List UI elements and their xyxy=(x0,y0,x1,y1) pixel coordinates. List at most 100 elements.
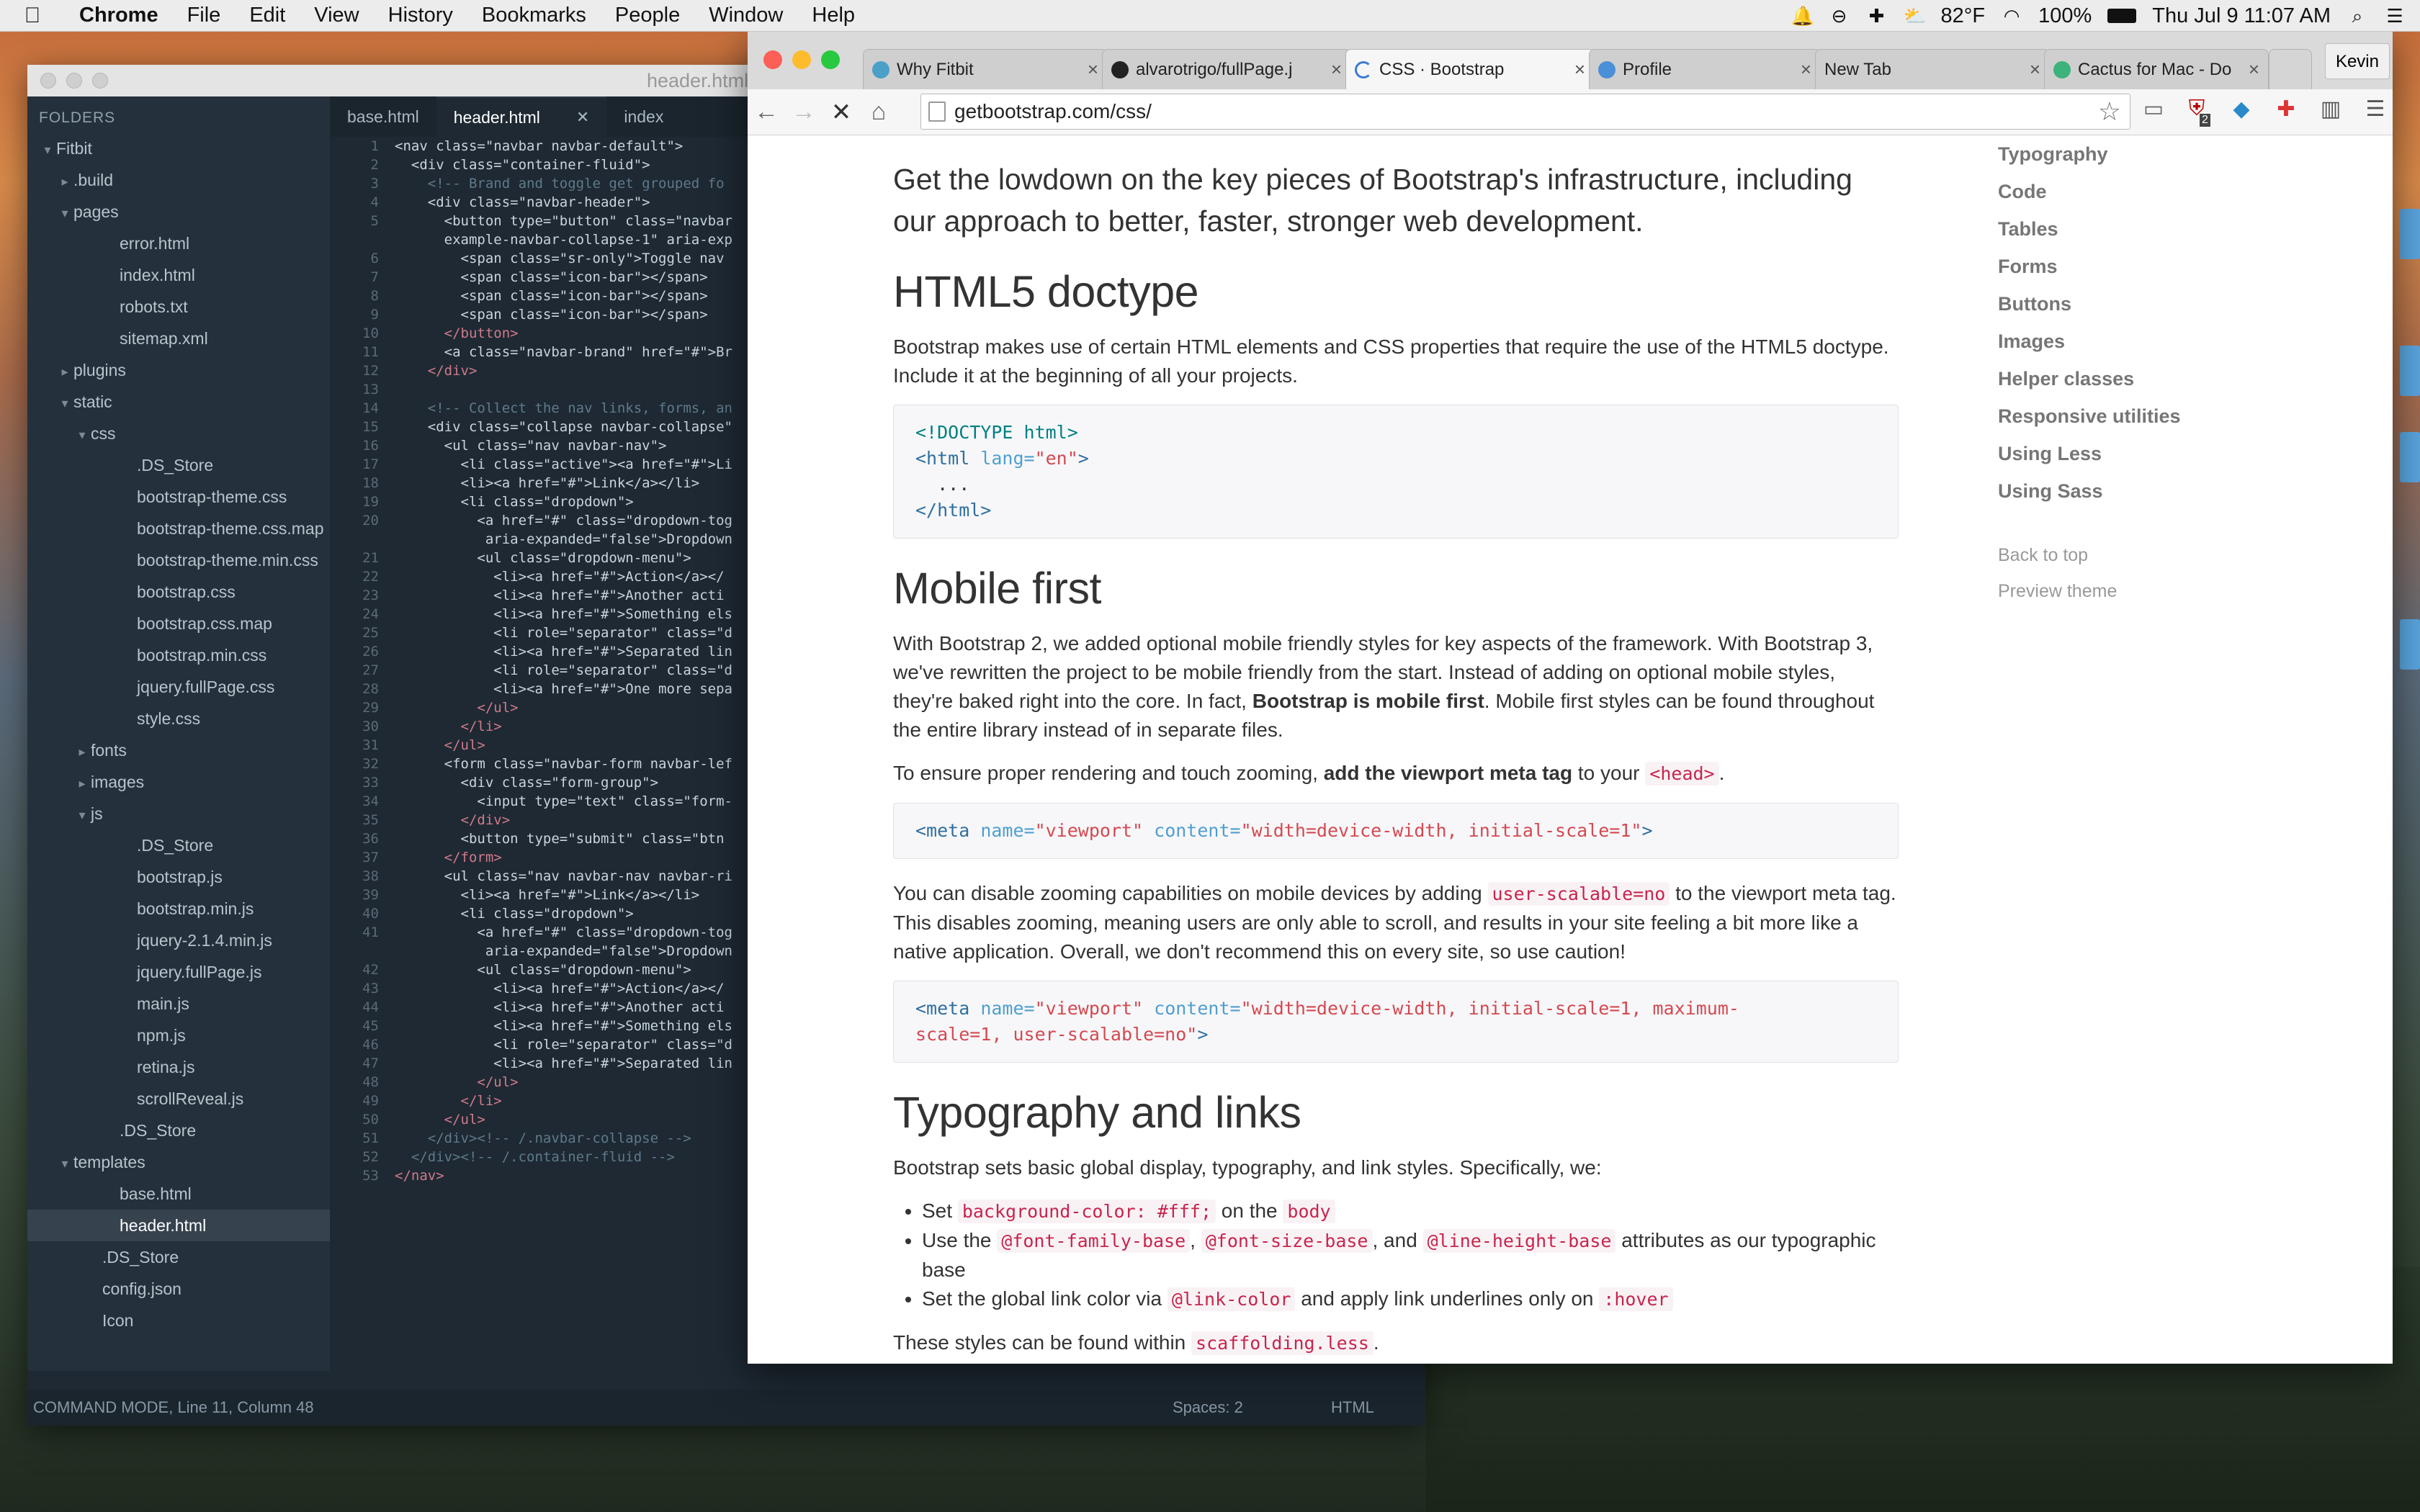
bootstrap-css-page[interactable]: Get the lowdown on the key pieces of Boo… xyxy=(748,135,2393,1364)
sidebar-tree-item[interactable]: bootstrap.css xyxy=(27,576,330,608)
status-syntax[interactable]: HTML xyxy=(1331,1398,1374,1417)
sidebar-tree-item[interactable]: ▸ .build xyxy=(27,164,330,196)
disclosure-open-icon[interactable]: ▾ xyxy=(56,387,73,419)
notification-center-icon[interactable]: ☰ xyxy=(2384,5,2406,27)
browser-tab-cactus[interactable]: Cactus for Mac - Do × xyxy=(2044,49,2269,89)
close-tab-icon[interactable]: × xyxy=(1088,58,1098,81)
temperature-readout[interactable]: 82°F xyxy=(1941,4,1986,28)
sidebar-tree-item[interactable]: .DS_Store xyxy=(27,829,330,861)
preview-theme-link[interactable]: Preview theme xyxy=(1998,573,2286,609)
desktop-file-icon[interactable] xyxy=(2400,209,2420,259)
browser-tab-why-fitbit[interactable]: Why Fitbit × xyxy=(863,49,1108,89)
sidebar-tree-item[interactable]: ▾ templates xyxy=(27,1146,330,1178)
sidebar-tree-item[interactable]: config.json xyxy=(27,1273,330,1305)
sidebar-tree-item[interactable]: .DS_Store xyxy=(27,1241,330,1273)
sidebar-tree-item[interactable]: index.html xyxy=(27,259,330,291)
sidebar-tree-item[interactable]: retina.js xyxy=(27,1051,330,1083)
sidebar-tree-item[interactable]: jquery.fullPage.css xyxy=(27,671,330,703)
clock[interactable]: Thu Jul 9 11:07 AM xyxy=(2152,4,2331,28)
sidebar-tree-item[interactable]: npm.js xyxy=(27,1020,330,1051)
zoom-window-button[interactable] xyxy=(821,50,840,69)
editor-tab-header[interactable]: header.html ✕ xyxy=(436,96,607,137)
sidebar-tree-item[interactable]: bootstrap.min.js xyxy=(27,893,330,924)
bookmark-star-icon[interactable]: ☆ xyxy=(2098,94,2121,129)
editor-tab-index[interactable]: index xyxy=(606,96,681,137)
sidebar-tree-item[interactable]: ▾ Fitbit xyxy=(27,132,330,164)
sidebar-tree-item[interactable]: bootstrap-theme.css.map xyxy=(27,513,330,544)
menu-app-name[interactable]: Chrome xyxy=(65,4,173,27)
sidenav-tables[interactable]: Tables xyxy=(1998,210,2286,248)
sidebar-tree-item[interactable]: ▸ images xyxy=(27,766,330,798)
sidebar-tree-item[interactable]: bootstrap.css.map xyxy=(27,608,330,639)
sidenav-buttons[interactable]: Buttons xyxy=(1998,285,2286,323)
address-bar[interactable]: getbootstrap.com/css/ ☆ xyxy=(920,94,2130,130)
disclosure-closed-icon[interactable]: ▸ xyxy=(56,356,73,387)
desktop-file-icon[interactable] xyxy=(2400,619,2420,670)
sidebar-tree-item[interactable]: error.html xyxy=(27,228,330,259)
do-not-disturb-icon[interactable]: ⊖ xyxy=(1829,5,1850,27)
close-window-button[interactable] xyxy=(40,73,56,89)
sidebar-tree-item[interactable]: ▸ plugins xyxy=(27,354,330,386)
desktop-file-icon[interactable] xyxy=(2400,346,2420,396)
columns-extension-icon[interactable]: ▥ xyxy=(2315,96,2347,122)
browser-tab-github[interactable]: alvarotrigo/fullPage.j × xyxy=(1102,49,1351,89)
sidebar-tree-item[interactable]: sitemap.xml xyxy=(27,323,330,354)
disclosure-open-icon[interactable]: ▾ xyxy=(56,1148,73,1179)
sidebar-tree-item[interactable]: bootstrap.js xyxy=(27,861,330,893)
close-tab-icon[interactable]: × xyxy=(1331,58,1342,81)
disclosure-closed-icon[interactable]: ▸ xyxy=(56,166,73,197)
disclosure-closed-icon[interactable]: ▸ xyxy=(73,736,91,768)
sidebar-tree-item[interactable]: robots.txt xyxy=(27,291,330,323)
sidebar-tree-item[interactable]: ▾ js xyxy=(27,798,330,829)
menu-people[interactable]: People xyxy=(601,4,694,27)
sidebar-tree-item[interactable]: ▾ pages xyxy=(27,196,330,228)
menu-file[interactable]: File xyxy=(173,4,236,27)
menu-bookmarks[interactable]: Bookmarks xyxy=(467,4,601,27)
back-arrow-icon[interactable]: ← xyxy=(748,98,785,126)
menu-view[interactable]: View xyxy=(300,4,373,27)
weather-icon[interactable]: ⛅ xyxy=(1904,5,1927,27)
cast-icon[interactable]: ▭ xyxy=(2138,96,2169,122)
sidenav-using-sass[interactable]: Using Sass xyxy=(1998,472,2286,510)
menu-window[interactable]: Window xyxy=(694,4,797,27)
close-tab-icon[interactable]: × xyxy=(2249,58,2259,81)
new-tab-button[interactable] xyxy=(2269,49,2312,89)
sidebar-tree-item[interactable]: jquery.fullPage.js xyxy=(27,956,330,988)
home-icon[interactable]: ⌂ xyxy=(860,98,897,126)
sidenav-images[interactable]: Images xyxy=(1998,323,2286,360)
disclosure-closed-icon[interactable]: ▸ xyxy=(73,768,91,799)
sidenav-helper-classes[interactable]: Helper classes xyxy=(1998,360,2286,397)
disclosure-open-icon[interactable]: ▾ xyxy=(39,134,56,166)
browser-tab-bootstrap[interactable]: CSS · Bootstrap × xyxy=(1345,49,1595,89)
battery-icon[interactable] xyxy=(2107,9,2137,23)
disclosure-open-icon[interactable]: ▾ xyxy=(73,799,91,831)
sidenav-using-less[interactable]: Using Less xyxy=(1998,435,2286,472)
status-spaces[interactable]: Spaces: 2 xyxy=(1173,1398,1243,1417)
close-tab-icon[interactable]: ✕ xyxy=(576,108,589,127)
sidenav-forms[interactable]: Forms xyxy=(1998,248,2286,285)
sidebar-tree-item[interactable]: .DS_Store xyxy=(27,1115,330,1146)
sidebar-tree-item[interactable]: style.css xyxy=(27,703,330,734)
notification-bell-icon[interactable]: 🔔 xyxy=(1791,5,1814,27)
sidenav-typography[interactable]: Typography xyxy=(1998,135,2286,173)
disclosure-open-icon[interactable]: ▾ xyxy=(56,197,73,229)
sidebar-tree-item[interactable]: .DS_Store xyxy=(27,449,330,481)
menu-history[interactable]: History xyxy=(374,4,467,27)
sidebar-tree-item[interactable]: bootstrap-theme.min.css xyxy=(27,544,330,576)
stop-loading-icon[interactable]: ✕ xyxy=(823,98,860,127)
desktop-file-icon[interactable] xyxy=(2400,432,2420,482)
sidebar-tree-item[interactable]: ▾ static xyxy=(27,386,330,418)
mailtrack-icon[interactable]: ◆ xyxy=(2226,96,2257,122)
close-tab-icon[interactable]: × xyxy=(1801,58,1811,81)
editor-tab-base[interactable]: base.html xyxy=(330,96,436,137)
chrome-menu-icon[interactable]: ☰ xyxy=(2360,96,2391,122)
sidenav-responsive-utilities[interactable]: Responsive utilities xyxy=(1998,397,2286,435)
menu-edit[interactable]: Edit xyxy=(235,4,300,27)
sidebar-tree-item[interactable]: jquery-2.1.4.min.js xyxy=(27,924,330,956)
sidebar-tree-item[interactable]: bootstrap-theme.css xyxy=(27,481,330,513)
back-to-top-link[interactable]: Back to top xyxy=(1998,537,2286,573)
close-tab-icon[interactable]: × xyxy=(1574,58,1585,81)
sidebar-tree-item[interactable]: base.html xyxy=(27,1178,330,1210)
minimize-window-button[interactable] xyxy=(66,73,82,89)
wifi-icon[interactable]: ◠ xyxy=(2001,5,2022,27)
